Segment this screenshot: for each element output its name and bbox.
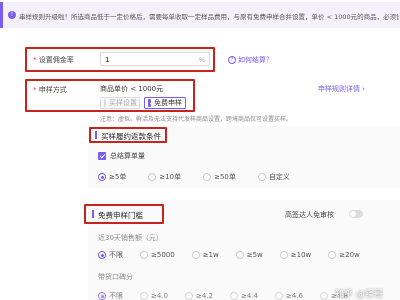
radio-button[interactable]: [185, 292, 193, 300]
reputation-score-label: 带货口碑分: [98, 273, 133, 281]
radio-label: ≥10w: [290, 251, 312, 259]
radio-label: ≥4.4: [241, 292, 258, 300]
total-settled-orders-option[interactable]: 总结算单量: [98, 151, 145, 161]
score-radio-group: 不限 ≥4.0 ≥4.2 ≥4.4 ≥4.6 ≥4.8: [98, 291, 348, 300]
sales-radio-10w[interactable]: ≥10w: [279, 250, 312, 260]
sample-rule-detail-link[interactable]: 申样规则详情 ›: [318, 84, 365, 94]
score-radio-4-6[interactable]: ≥4.6: [275, 291, 303, 300]
radio-label: ≥1w: [202, 251, 219, 259]
sales-radio-5w[interactable]: ≥5w: [235, 250, 263, 260]
refund-condition-title: 买样履约返款条件: [101, 132, 161, 141]
commission-label: * 设置佣金率: [33, 56, 74, 64]
refund-radio-custom[interactable]: 自定义: [257, 172, 290, 182]
radio-button[interactable]: [148, 173, 157, 181]
buy-sample-label: 买样设置: [109, 99, 137, 107]
radio-label: ≥5w: [246, 251, 263, 259]
total-settled-orders-label: 总结算单量: [110, 152, 145, 160]
sample-method-label: * 申样方式: [33, 86, 67, 94]
radio-button[interactable]: [320, 292, 328, 300]
radio-label: ≥4.2: [196, 292, 213, 300]
radio-label: ≥50单: [214, 173, 236, 181]
commission-rate-value: 1: [105, 56, 110, 64]
radio-button[interactable]: [257, 173, 266, 181]
refund-radio-50[interactable]: ≥50单: [203, 172, 236, 182]
help-icon: ?: [228, 56, 236, 64]
free-sample-checkbox[interactable]: [148, 99, 151, 107]
radio-button[interactable]: [203, 173, 212, 181]
commission-rate-input[interactable]: 1 %: [100, 52, 210, 66]
notice-text: 串样规则升级啦！所选商品低于一定价格后，需要每单收取一定样品费用，与原有免费申样…: [19, 13, 399, 21]
radio-button[interactable]: [230, 292, 238, 300]
radio-button[interactable]: [98, 173, 106, 181]
sales-radio-20w[interactable]: ≥20w: [328, 250, 360, 260]
radio-button[interactable]: [235, 251, 244, 259]
refund-radio-5[interactable]: ≥5单: [98, 172, 126, 182]
refund-radio-10[interactable]: ≥10单: [148, 172, 181, 182]
sales-radio-1w[interactable]: ≥1w: [191, 250, 219, 260]
free-sample-label: 免费申样: [154, 99, 182, 107]
radio-button[interactable]: [98, 292, 106, 300]
radio-button[interactable]: [279, 251, 288, 259]
sales-30d-label: 近30天销售额（元）: [98, 234, 163, 242]
buy-sample-option[interactable]: 买样设置: [100, 97, 140, 109]
sales-radio-5000[interactable]: ≥5000: [140, 250, 175, 260]
free-sample-threshold-title: 免费申样门槛: [98, 211, 143, 220]
score-radio-4-2[interactable]: ≥4.2: [185, 291, 213, 300]
buy-sample-checkbox[interactable]: [104, 99, 106, 107]
total-settled-orders-checkbox[interactable]: [98, 152, 106, 160]
radio-button[interactable]: [328, 251, 337, 259]
percent-unit: %: [198, 56, 205, 64]
section-marker: [92, 210, 94, 218]
how-to-settle-link[interactable]: ? 如何结算？: [228, 55, 273, 65]
radio-label: ≥5000: [151, 251, 175, 259]
sales-radio-group: 不限 ≥5000 ≥1w ≥5w ≥10w ≥20w: [98, 250, 360, 260]
radio-button[interactable]: [275, 292, 283, 300]
auto-approve-label: 高签达人免审核: [285, 211, 334, 219]
refund-order-radio-group: ≥5单 ≥10单 ≥50单 自定义: [98, 172, 290, 182]
rule-upgrade-notice: ! 串样规则升级啦！所选商品低于一定价格后，需要每单收取一定样品费用，与原有免费…: [0, 2, 400, 28]
radio-label: ≥4.0: [151, 292, 168, 300]
score-radio-4-4[interactable]: ≥4.4: [230, 291, 258, 300]
radio-label: ≥20w: [339, 251, 360, 259]
radio-button[interactable]: [98, 251, 106, 259]
sales-radio-unlimited[interactable]: 不限: [98, 250, 123, 260]
radio-label: ≥4.6: [286, 292, 303, 300]
info-icon: !: [8, 11, 16, 19]
how-to-settle-label: 如何结算？: [238, 56, 273, 64]
radio-label: 不限: [109, 251, 123, 259]
watermark: 知乎 @铎哥: [335, 290, 383, 300]
radio-label: ≥5单: [109, 173, 127, 181]
radio-button[interactable]: [140, 292, 148, 300]
radio-label: 自定义: [268, 173, 290, 181]
score-radio-unlimited[interactable]: 不限: [98, 291, 123, 300]
radio-button[interactable]: [140, 251, 148, 259]
section-marker: [95, 131, 97, 139]
free-sample-option[interactable]: 免费申样: [144, 97, 186, 109]
sample-note: 注意：虚拟、鲜活及无法支持代发样商品设置，跨境商品仅可设置买样。: [100, 116, 293, 123]
score-radio-4-0[interactable]: ≥4.0: [140, 291, 168, 300]
radio-label: 不限: [109, 292, 123, 300]
radio-label: ≥10单: [159, 173, 182, 181]
sample-price-condition: 商品单价 < 1000元: [100, 85, 164, 93]
auto-approve-toggle[interactable]: [349, 210, 363, 218]
radio-button[interactable]: [191, 251, 200, 259]
